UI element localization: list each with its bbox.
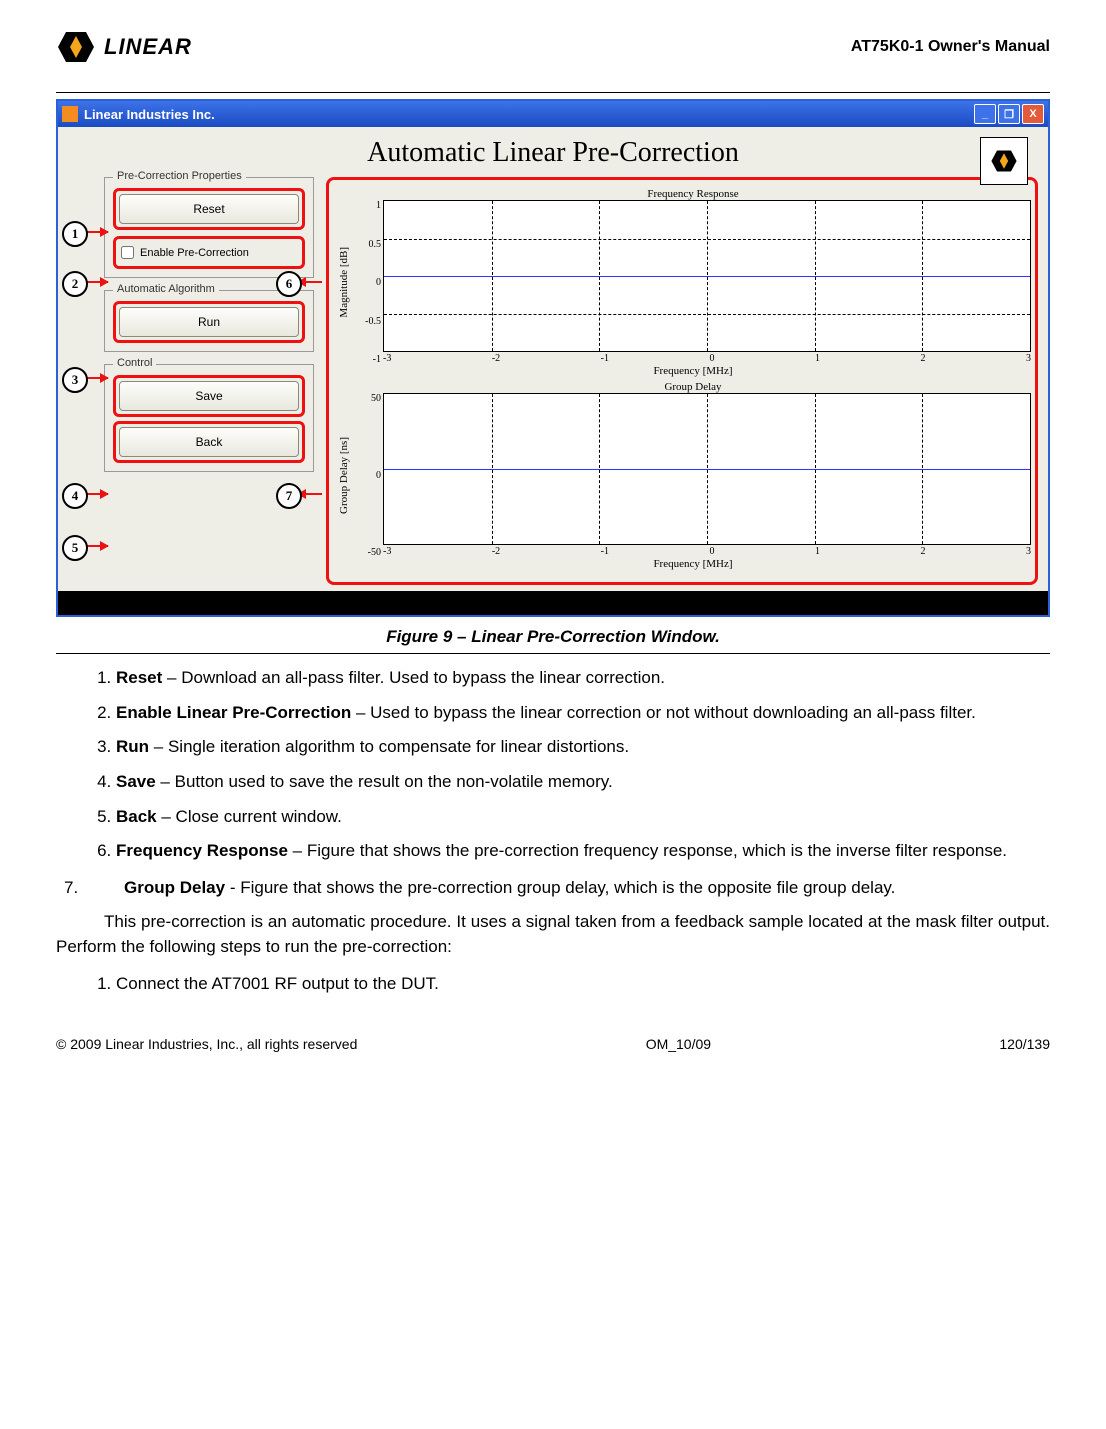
chart-data-line <box>384 469 1030 470</box>
footer-copyright: © 2009 Linear Industries, Inc., all righ… <box>56 1036 357 1052</box>
enable-precorrection-label: Enable Pre-Correction <box>140 247 249 259</box>
maximize-button[interactable]: ❐ <box>998 104 1020 124</box>
list-item: Reset – Download an all-pass filter. Use… <box>116 666 1050 691</box>
brand-logo: LINEAR <box>56 30 192 64</box>
callout-7: 7 <box>276 483 302 509</box>
charts-panel: Magnitude [dB] Frequency Response 10.50-… <box>326 177 1038 585</box>
algorithm-group: Automatic Algorithm Run <box>104 290 314 352</box>
chart-plot-area <box>383 200 1031 352</box>
list-item: Back – Close current window. <box>116 805 1050 830</box>
app-icon <box>62 106 78 122</box>
page-footer: © 2009 Linear Industries, Inc., all righ… <box>56 1036 1050 1052</box>
brand-name: LINEAR <box>104 34 192 60</box>
chart-xticks: -3-2-10123 <box>383 352 1031 365</box>
chart-ylabel: Group Delay [ns] <box>338 437 350 514</box>
status-bar <box>58 591 1048 615</box>
chart-yticks: 500-50 <box>355 393 381 558</box>
footer-page: 120/139 <box>999 1036 1050 1052</box>
chart-title: Group Delay <box>355 381 1031 393</box>
group-legend: Control <box>113 357 156 369</box>
rule <box>56 92 1050 93</box>
document-title: AT75K0-1 Owner's Manual <box>851 38 1050 56</box>
chart-xticks: -3-2-10123 <box>383 545 1031 558</box>
description-list: Reset – Download an all-pass filter. Use… <box>56 666 1050 864</box>
back-button[interactable]: Back <box>119 427 299 457</box>
chart-xlabel: Frequency [MHz] <box>355 365 1031 377</box>
app-corner-logo <box>980 137 1028 185</box>
footer-code: OM_10/09 <box>646 1036 711 1052</box>
callout-6: 6 <box>276 271 302 297</box>
list-item-7: 7. Group Delay - Figure that shows the p… <box>56 876 1050 901</box>
list-item: Connect the AT7001 RF output to the DUT. <box>116 972 1050 997</box>
reset-button[interactable]: Reset <box>119 194 299 224</box>
rule <box>56 653 1050 654</box>
chart-yticks: 10.50-0.5-1 <box>355 200 381 365</box>
minimize-button[interactable]: _ <box>974 104 996 124</box>
group-legend: Automatic Algorithm <box>113 283 219 295</box>
save-button[interactable]: Save <box>119 381 299 411</box>
callout-3: 3 <box>62 367 88 393</box>
callout-2: 2 <box>62 271 88 297</box>
paragraph: This pre-correction is an automatic proc… <box>56 910 1050 959</box>
close-button[interactable]: X <box>1022 104 1044 124</box>
precorrection-group: Pre-Correction Properties Reset Enable P… <box>104 177 314 278</box>
callout-4: 4 <box>62 483 88 509</box>
chart-plot-area <box>383 393 1031 545</box>
titlebar: Linear Industries Inc. _ ❐ X <box>58 101 1048 127</box>
group-legend: Pre-Correction Properties <box>113 170 246 182</box>
app-title: Automatic Linear Pre-Correction <box>367 137 739 169</box>
steps-list: Connect the AT7001 RF output to the DUT. <box>56 972 1050 997</box>
list-item: Run – Single iteration algorithm to comp… <box>116 735 1050 760</box>
window-title: Linear Industries Inc. <box>84 107 215 122</box>
callout-1: 1 <box>62 221 88 247</box>
chart-xlabel: Frequency [MHz] <box>355 558 1031 570</box>
app-window: Linear Industries Inc. _ ❐ X 1 2 3 4 5 6… <box>56 99 1050 617</box>
list-item: Save – Button used to save the result on… <box>116 770 1050 795</box>
run-button[interactable]: Run <box>119 307 299 337</box>
freq-response-chart: Magnitude [dB] Frequency Response 10.50-… <box>333 188 1031 377</box>
chart-data-line <box>384 276 1030 277</box>
list-item: Enable Linear Pre-Correction – Used to b… <box>116 701 1050 726</box>
figure-caption: Figure 9 – Linear Pre-Correction Window. <box>56 627 1050 647</box>
control-group: Control Save Back <box>104 364 314 472</box>
list-item: Frequency Response – Figure that shows t… <box>116 839 1050 864</box>
chart-ylabel: Magnitude [dB] <box>338 247 350 318</box>
group-delay-chart: Group Delay [ns] Group Delay 500-50 <box>333 381 1031 570</box>
callout-5: 5 <box>62 535 88 561</box>
chart-title: Frequency Response <box>355 188 1031 200</box>
enable-precorrection-checkbox[interactable] <box>121 246 134 259</box>
